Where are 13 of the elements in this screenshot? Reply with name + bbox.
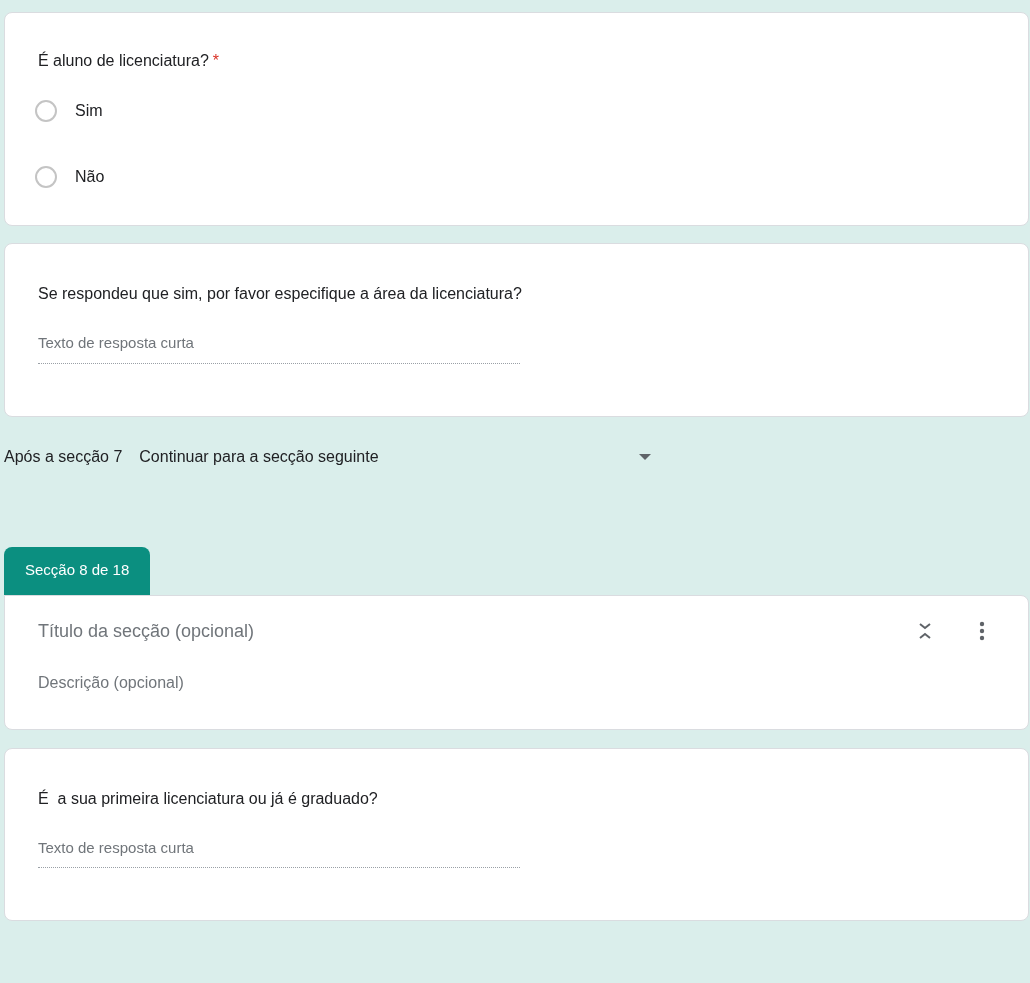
section-dropdown[interactable]: Continuar para a secção seguinte — [139, 444, 652, 469]
question-title: É a sua primeira licenciatura ou já é graduado? — [38, 788, 378, 809]
option-label: Sim — [75, 101, 103, 121]
question-title: Se respondeu que sim, por favor especifique a área da licenciatura? — [38, 284, 522, 304]
radio-button[interactable] — [35, 166, 57, 188]
more-options-icon[interactable] — [979, 621, 985, 641]
dropdown-arrow-icon — [639, 453, 652, 460]
collapse-icon[interactable] — [919, 623, 931, 639]
after-section-label: Após a secção 7 — [4, 446, 123, 467]
option-label: Não — [75, 167, 105, 187]
required-mark: * — [212, 51, 219, 71]
question-title: É aluno de licenciatura? — [38, 50, 209, 71]
radio-button[interactable] — [35, 100, 57, 122]
